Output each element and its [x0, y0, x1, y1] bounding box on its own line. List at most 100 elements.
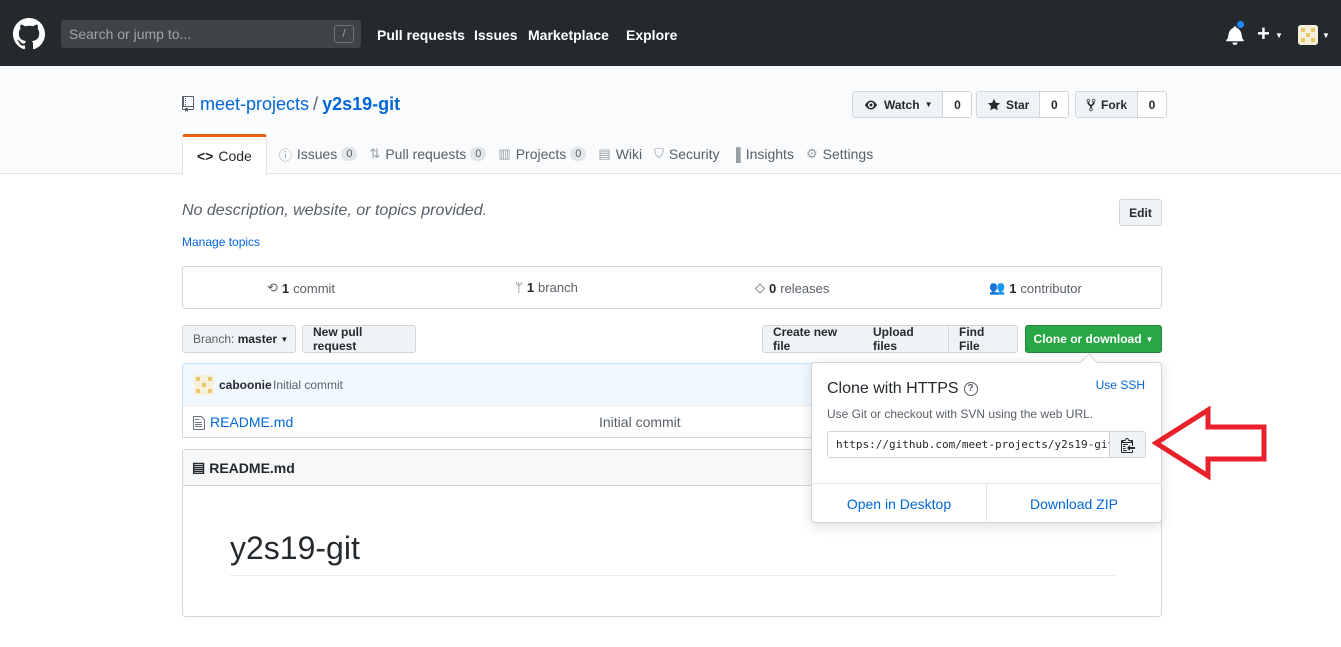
releases-link[interactable]: ◇ 0 releases [755, 280, 829, 296]
repo-tabs: <> Code ⓘ Issues 0 ⇅ Pull requests 0 ▥ P… [182, 134, 885, 175]
commit-message-link[interactable]: Initial commit [273, 378, 343, 392]
clone-url-input[interactable]: https://github.com/meet-projects/y2s19-g… [827, 431, 1110, 458]
fork-label: Fork [1101, 97, 1128, 112]
chevron-down-icon: ▼ [1322, 31, 1330, 40]
tab-issues-label: Issues [296, 146, 338, 162]
nav-marketplace[interactable]: Marketplace [528, 27, 609, 43]
create-new-file-button[interactable]: Create new file [762, 325, 864, 353]
project-icon: ▥ [498, 146, 511, 161]
tab-projects-count: 0 [570, 147, 587, 161]
plus-icon[interactable]: + [1257, 22, 1270, 46]
commit-author-link[interactable]: caboonie [219, 378, 272, 392]
tab-code[interactable]: <> Code [182, 134, 267, 175]
find-file-button[interactable]: Find File [948, 325, 1018, 353]
tab-security-label: Security [668, 146, 720, 162]
readme-divider [230, 575, 1115, 576]
branch-name: master [237, 332, 278, 346]
readme-heading: y2s19-git [230, 530, 360, 566]
download-zip-button[interactable]: Download ZIP [986, 484, 1161, 523]
file-icon [193, 416, 205, 430]
edit-button[interactable]: Edit [1119, 199, 1162, 226]
file-commit-message[interactable]: Initial commit [599, 414, 681, 430]
tab-settings-label: Settings [822, 146, 874, 162]
slash-shortcut-key: / [334, 25, 354, 43]
clone-or-download-button[interactable]: Clone or download ▼ [1025, 325, 1162, 353]
commits-label: commit [293, 280, 336, 296]
branches-link[interactable]: ᛘ 1 branch [515, 280, 578, 295]
people-icon: 👥 [989, 280, 1006, 295]
branches-label: branch [538, 280, 578, 295]
tab-projects-label: Projects [515, 146, 567, 162]
gear-icon: ⚙ [805, 146, 818, 161]
use-ssh-link[interactable]: Use SSH [1096, 378, 1145, 392]
nav-explore[interactable]: Explore [626, 27, 677, 43]
tab-pull-requests-label: Pull requests [385, 146, 467, 162]
repo-icon [182, 96, 194, 112]
releases-label: releases [780, 280, 830, 296]
book-icon: ▤ [598, 146, 611, 161]
fork-icon [1086, 98, 1096, 111]
tab-insights-label: Insights [745, 146, 794, 162]
watch-button[interactable]: Watch ▼ [853, 92, 944, 117]
tab-projects[interactable]: ▥ Projects 0 [498, 134, 598, 174]
branch-prefix: Branch: [193, 332, 235, 346]
tab-settings[interactable]: ⚙ Settings [806, 134, 885, 174]
numbers-summary: ⟲ 1 commit ᛘ 1 branch ◇ 0 releases 👥 1 c… [182, 266, 1162, 309]
notification-dot [1236, 20, 1245, 29]
tab-insights[interactable]: ▐ Insights [731, 134, 805, 174]
contributors-count: 1 [1009, 280, 1017, 296]
clone-popup-title: Clone with HTTPS ? [827, 380, 978, 398]
tab-issues[interactable]: ⓘ Issues 0 [279, 134, 370, 174]
fork-count[interactable]: 0 [1138, 92, 1167, 117]
contributors-link[interactable]: 👥 1 contributor [989, 280, 1082, 296]
watch-label: Watch [884, 97, 920, 112]
star-icon [987, 98, 1001, 110]
clipboard-icon [1120, 437, 1135, 453]
avatar[interactable] [194, 375, 214, 395]
issue-icon: ⓘ [278, 147, 292, 163]
repo-title: meet-projects / y2s19-git [200, 94, 400, 115]
tab-pull-requests[interactable]: ⇅ Pull requests 0 [369, 134, 498, 174]
clone-popup-subtitle: Use Git or checkout with SVN using the w… [827, 407, 1094, 421]
upload-files-button[interactable]: Upload files [863, 325, 949, 353]
watch-button-group: Watch ▼ 0 [852, 91, 973, 118]
nav-pull-requests[interactable]: Pull requests [377, 27, 465, 43]
nav-issues[interactable]: Issues [474, 27, 518, 43]
fork-button[interactable]: Fork [1076, 92, 1139, 117]
pull-request-icon: ⇅ [369, 146, 381, 161]
clone-label: Clone or download [1033, 332, 1142, 346]
github-logo-icon[interactable] [13, 18, 45, 50]
commits-link[interactable]: ⟲ 1 commit [267, 280, 335, 296]
watch-count[interactable]: 0 [943, 92, 972, 117]
repo-description: No description, website, or topics provi… [182, 202, 488, 219]
star-button[interactable]: Star [977, 92, 1041, 117]
avatar[interactable] [1298, 25, 1318, 45]
tab-issues-count: 0 [341, 147, 358, 161]
clone-title-text: Clone with HTTPS [827, 380, 959, 397]
copy-to-clipboard-button[interactable] [1109, 431, 1146, 458]
new-pull-request-button[interactable]: New pull request [302, 325, 416, 353]
repo-owner-link[interactable]: meet-projects [200, 94, 309, 114]
clone-popup: Clone with HTTPS ? Use SSH Use Git or ch… [811, 362, 1162, 523]
tab-wiki[interactable]: ▤ Wiki [598, 134, 654, 174]
shield-icon: ⛉ [654, 146, 664, 161]
tag-icon: ◇ [755, 280, 765, 295]
star-count[interactable]: 0 [1040, 92, 1069, 117]
book-icon: ▤ [192, 459, 206, 475]
question-icon[interactable]: ? [963, 382, 978, 396]
open-in-desktop-button[interactable]: Open in Desktop [812, 484, 986, 523]
manage-topics-link[interactable]: Manage topics [182, 235, 260, 249]
tab-security[interactable]: ⛉ Security [654, 134, 731, 174]
star-label: Star [1006, 97, 1030, 112]
readme-title: README.md [209, 459, 295, 476]
search-input[interactable]: Search or jump to... / [61, 20, 361, 48]
repo-name-link[interactable]: y2s19-git [322, 94, 400, 114]
branch-select[interactable]: Branch: master ▼ [182, 325, 296, 353]
tab-pull-requests-count: 0 [470, 147, 487, 161]
file-name-link[interactable]: README.md [210, 414, 293, 430]
chevron-down-icon: ▼ [280, 334, 289, 344]
branch-icon: ᛘ [515, 280, 523, 295]
fork-button-group: Fork 0 [1075, 91, 1168, 118]
tab-wiki-label: Wiki [615, 146, 643, 162]
red-arrow-annotation-icon [1151, 405, 1267, 481]
